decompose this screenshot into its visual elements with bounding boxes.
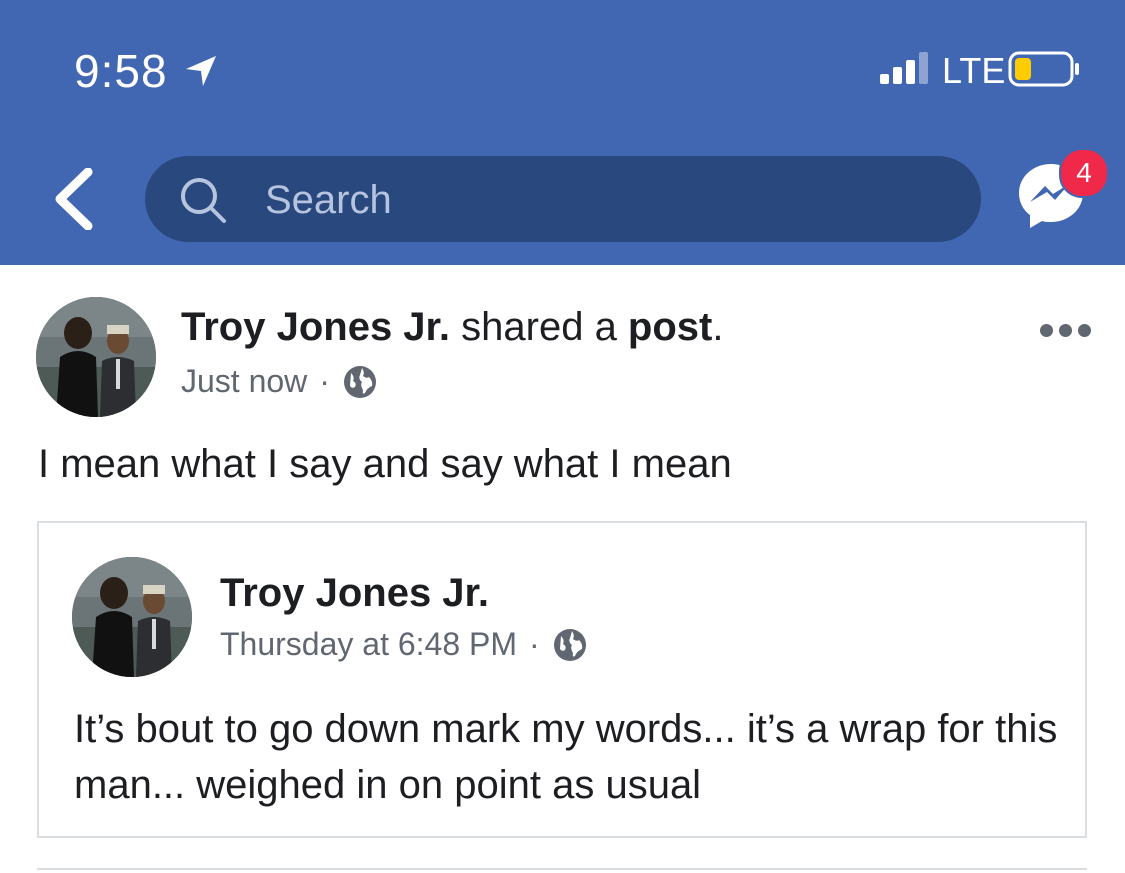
cellular-signal-icon xyxy=(880,52,928,84)
shared-post-author-name[interactable]: Troy Jones Jr. xyxy=(220,571,489,616)
chevron-left-icon[interactable] xyxy=(52,168,96,230)
globe-icon xyxy=(553,628,586,661)
post-meta: Just now · xyxy=(181,363,378,400)
messenger-badge: 4 xyxy=(1059,148,1109,198)
shared-post-avatar[interactable] xyxy=(72,557,192,677)
post-action-text: shared a xyxy=(450,305,628,349)
shared-post-timestamp[interactable]: Thursday at 6:48 PM xyxy=(220,626,517,663)
search-input[interactable] xyxy=(263,156,947,244)
post-header: Troy Jones Jr. shared a post. xyxy=(181,305,723,350)
feed-divider xyxy=(37,868,1087,870)
search-bar[interactable] xyxy=(145,156,981,244)
shared-post-card[interactable]: Troy Jones Jr. Thursday at 6:48 PM · It’… xyxy=(37,521,1087,838)
post-timestamp[interactable]: Just now xyxy=(181,363,307,400)
status-time: 9:58 xyxy=(74,45,168,97)
post-object-link[interactable]: post xyxy=(628,305,712,349)
battery-low-icon xyxy=(1008,51,1079,87)
shared-post-meta: Thursday at 6:48 PM · xyxy=(220,626,588,663)
more-dot xyxy=(1040,324,1053,337)
more-dot xyxy=(1078,324,1091,337)
post-author-name[interactable]: Troy Jones Jr. xyxy=(181,305,450,349)
meta-separator: · xyxy=(529,626,540,662)
top-navigation-bar: 9:58 LTE 4 xyxy=(0,0,1125,265)
globe-icon xyxy=(343,365,376,398)
meta-separator: · xyxy=(319,363,330,399)
post-text: I mean what I say and say what I mean xyxy=(38,442,732,486)
more-dot xyxy=(1059,324,1072,337)
avatar[interactable] xyxy=(36,297,156,417)
location-arrow-icon xyxy=(186,56,216,86)
network-type-label: LTE xyxy=(942,50,1006,91)
more-options-icon[interactable] xyxy=(1040,324,1091,337)
search-icon xyxy=(181,178,226,223)
shared-post-text: It’s bout to go down mark my words... it… xyxy=(74,707,1058,807)
post-header-period: . xyxy=(712,305,724,349)
